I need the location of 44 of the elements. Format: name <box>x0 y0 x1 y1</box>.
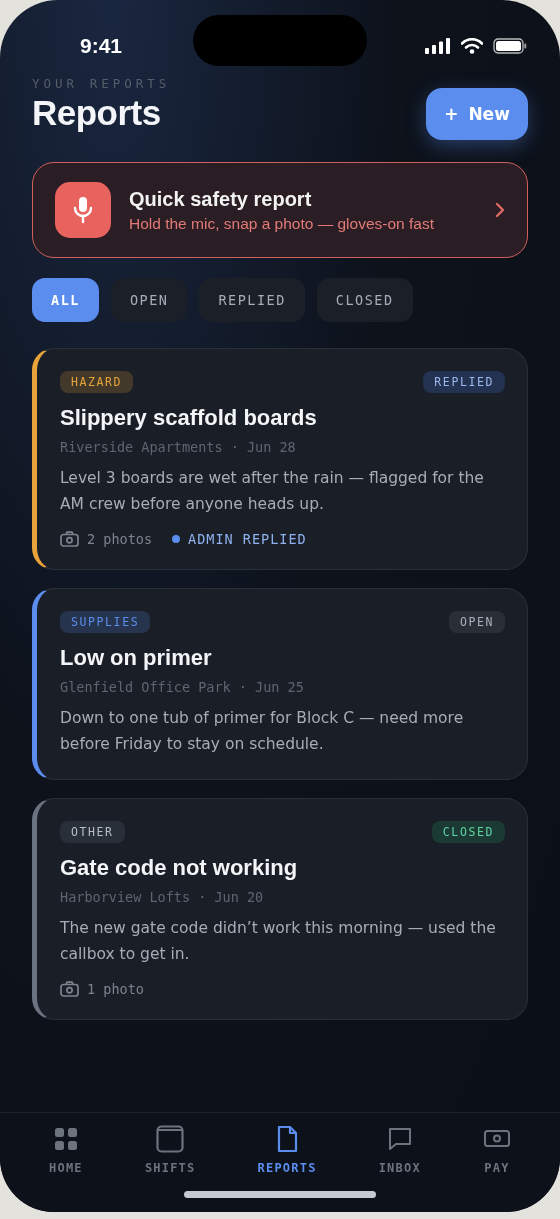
report-title: Gate code not working <box>60 855 299 881</box>
category-tag: HAZARD <box>60 371 134 393</box>
category-tag: SUPPLIES <box>60 611 151 633</box>
filter-chip[interactable]: REPLIED <box>199 278 305 322</box>
report-meta: Glenfield Office Park · Jun 25 <box>60 679 305 695</box>
report-meta: Harborview Lofts · Jun 20 <box>60 889 265 905</box>
status-badge: OPEN <box>448 611 505 633</box>
signal-icon <box>425 38 451 54</box>
filter-chip[interactable]: OPEN <box>110 278 188 322</box>
status-time: 9:41 <box>80 34 123 58</box>
quick-report-title: Quick safety report <box>129 187 313 211</box>
tab-bar-item[interactable]: SHIFTS <box>140 1125 200 1185</box>
report-card[interactable]: SUPPLIES OPEN Low on primer Glenfield Office Park · Jun 25 Down to one tub of primer for Block C — need more before Friday to stay on schedule. <box>32 588 528 780</box>
tab-bar-item[interactable]: PAY <box>478 1125 515 1185</box>
photo-count: 2 photos <box>87 531 153 547</box>
filter-chip[interactable]: CLOSED <box>316 278 413 322</box>
report-title: Slippery scaffold boards <box>60 405 318 431</box>
microphone-icon <box>55 182 111 238</box>
report-title: Low on primer <box>60 645 213 671</box>
camera-icon <box>60 531 79 547</box>
status-badge: CLOSED <box>431 821 505 843</box>
wifi-icon <box>461 38 483 54</box>
report-description: Down to one tub of primer for Block C — need more before Friday to stay on schedule. <box>60 708 465 755</box>
photo-count: 1 photo <box>87 981 144 997</box>
quick-report-subtitle: Hold the mic, snap a photo — gloves-on fast <box>129 214 435 233</box>
report-card[interactable]: OTHER CLOSED Gate code not working Harborview Lofts · Jun 20 The new gate code didn’t work this morning — used the callbox to get in. 1 photo <box>32 798 528 1020</box>
camera-icon <box>60 981 79 997</box>
battery-icon <box>493 38 527 54</box>
status-badge: REPLIED <box>423 371 505 393</box>
tab-bar-item[interactable]: INBOX <box>374 1125 425 1185</box>
report-description: Level 3 boards are wet after the rain — flagged for the AM crew before anyone heads up. <box>60 468 485 515</box>
report-description: The new gate code didn’t work this morning — used the callbox to get in. <box>60 918 497 965</box>
tab-bar-item[interactable]: REPORTS <box>253 1125 321 1185</box>
quick-report-card[interactable]: Quick safety report Hold the mic, snap a photo — gloves-on fast <box>32 162 528 258</box>
page-title: Reports <box>32 93 162 133</box>
tab-bar-item[interactable]: HOME <box>45 1125 87 1185</box>
reply-dot-icon <box>172 535 181 543</box>
window-icon <box>156 1125 185 1153</box>
section-eyebrow: YOUR REPORTS <box>32 76 171 91</box>
report-card[interactable]: HAZARD REPLIED Slippery scaffold boards Riverside Apartments · Jun 28 Level 3 boards are wet after the rain — flagged for the AM crew before anyone heads up. 2 photos ADMIN REPLIED <box>32 348 528 570</box>
reply-status: ADMIN REPLIED <box>188 531 307 547</box>
report-meta: Riverside Apartments · Jun 28 <box>60 439 297 455</box>
category-tag: OTHER <box>60 821 125 843</box>
chevron-right-icon <box>495 202 505 218</box>
